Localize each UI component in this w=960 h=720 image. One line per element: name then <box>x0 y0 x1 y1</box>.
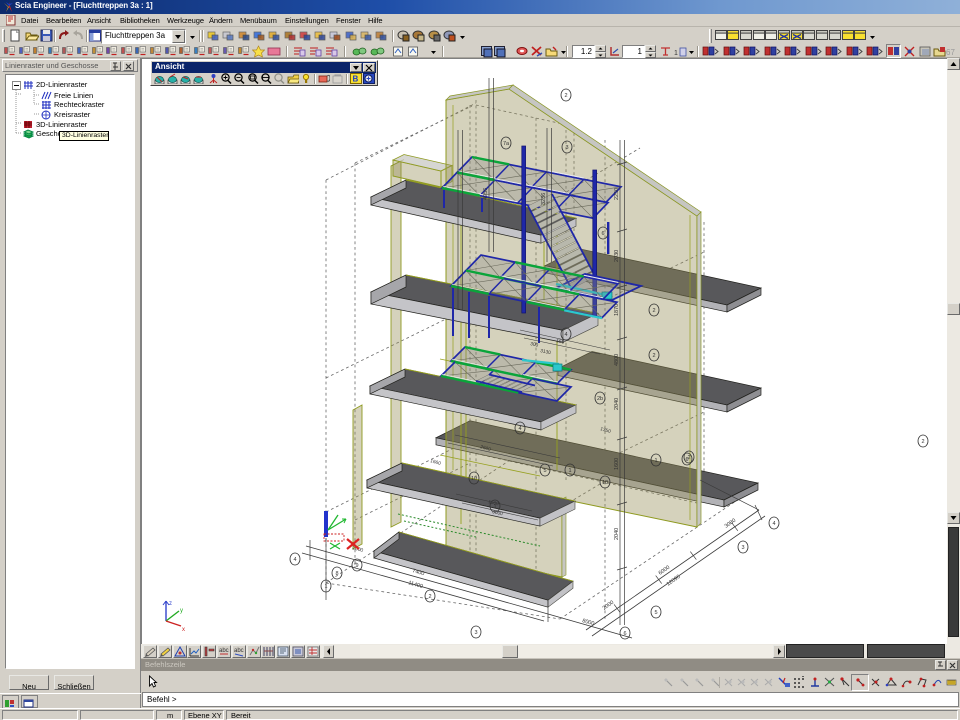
svg-text:abc: abc <box>234 648 244 654</box>
svg-text:2250: 2250 <box>614 188 620 200</box>
svg-text:1: 1 <box>674 50 678 57</box>
svg-text:y: y <box>180 608 183 614</box>
svg-text:4: 4 <box>772 521 775 527</box>
svg-text:1600: 1600 <box>614 458 620 470</box>
svg-text:10: 10 <box>471 476 477 482</box>
svg-text:1870: 1870 <box>614 304 620 316</box>
svg-text:1: 1 <box>654 458 657 464</box>
svg-text:2: 2 <box>652 308 655 314</box>
svg-text:5: 5 <box>654 610 657 616</box>
svg-text:67: 67 <box>946 48 955 57</box>
svg-text:2: 2 <box>687 455 690 461</box>
svg-text:9: 9 <box>355 563 358 569</box>
svg-text:2: 2 <box>428 594 431 600</box>
svg-text:8000: 8000 <box>581 618 594 627</box>
svg-text:1660: 1660 <box>429 458 441 467</box>
svg-text:2040: 2040 <box>614 398 620 410</box>
svg-text:12096: 12096 <box>666 574 682 588</box>
svg-text:2: 2 <box>564 93 567 99</box>
svg-text:4: 4 <box>518 426 521 432</box>
svg-text:6000: 6000 <box>658 565 671 577</box>
svg-text:6: 6 <box>601 231 604 237</box>
svg-text:8: 8 <box>335 571 338 577</box>
svg-text:x: x <box>182 627 185 633</box>
svg-text:7a: 7a <box>503 141 510 147</box>
svg-text:2030: 2030 <box>614 250 620 262</box>
svg-text:4800: 4800 <box>614 354 620 366</box>
svg-text:3: 3 <box>565 145 568 151</box>
svg-text:3: 3 <box>741 545 744 551</box>
svg-text:4: 4 <box>293 557 296 563</box>
svg-text:4: 4 <box>564 332 567 338</box>
svg-text:2: 2 <box>921 439 924 445</box>
svg-text:1: 1 <box>493 504 496 510</box>
svg-text:B: B <box>352 75 358 84</box>
svg-text:11400: 11400 <box>407 580 423 590</box>
svg-text:4956: 4956 <box>483 188 489 200</box>
svg-text:5: 5 <box>543 468 546 474</box>
svg-text:2600: 2600 <box>351 545 364 554</box>
svg-text:1: 1 <box>568 468 571 474</box>
svg-text:3: 3 <box>474 630 477 636</box>
svg-text:6: 6 <box>623 631 626 637</box>
svg-text:10: 10 <box>602 480 608 486</box>
svg-text:3236: 3236 <box>541 193 547 205</box>
svg-text:2b: 2b <box>597 396 603 402</box>
svg-text:2000: 2000 <box>602 600 615 612</box>
svg-text:abc: abc <box>219 648 229 654</box>
svg-text:1: 1 <box>324 584 327 590</box>
svg-text:z: z <box>169 601 172 607</box>
svg-text:2040: 2040 <box>614 528 620 540</box>
svg-text:2: 2 <box>652 353 655 359</box>
